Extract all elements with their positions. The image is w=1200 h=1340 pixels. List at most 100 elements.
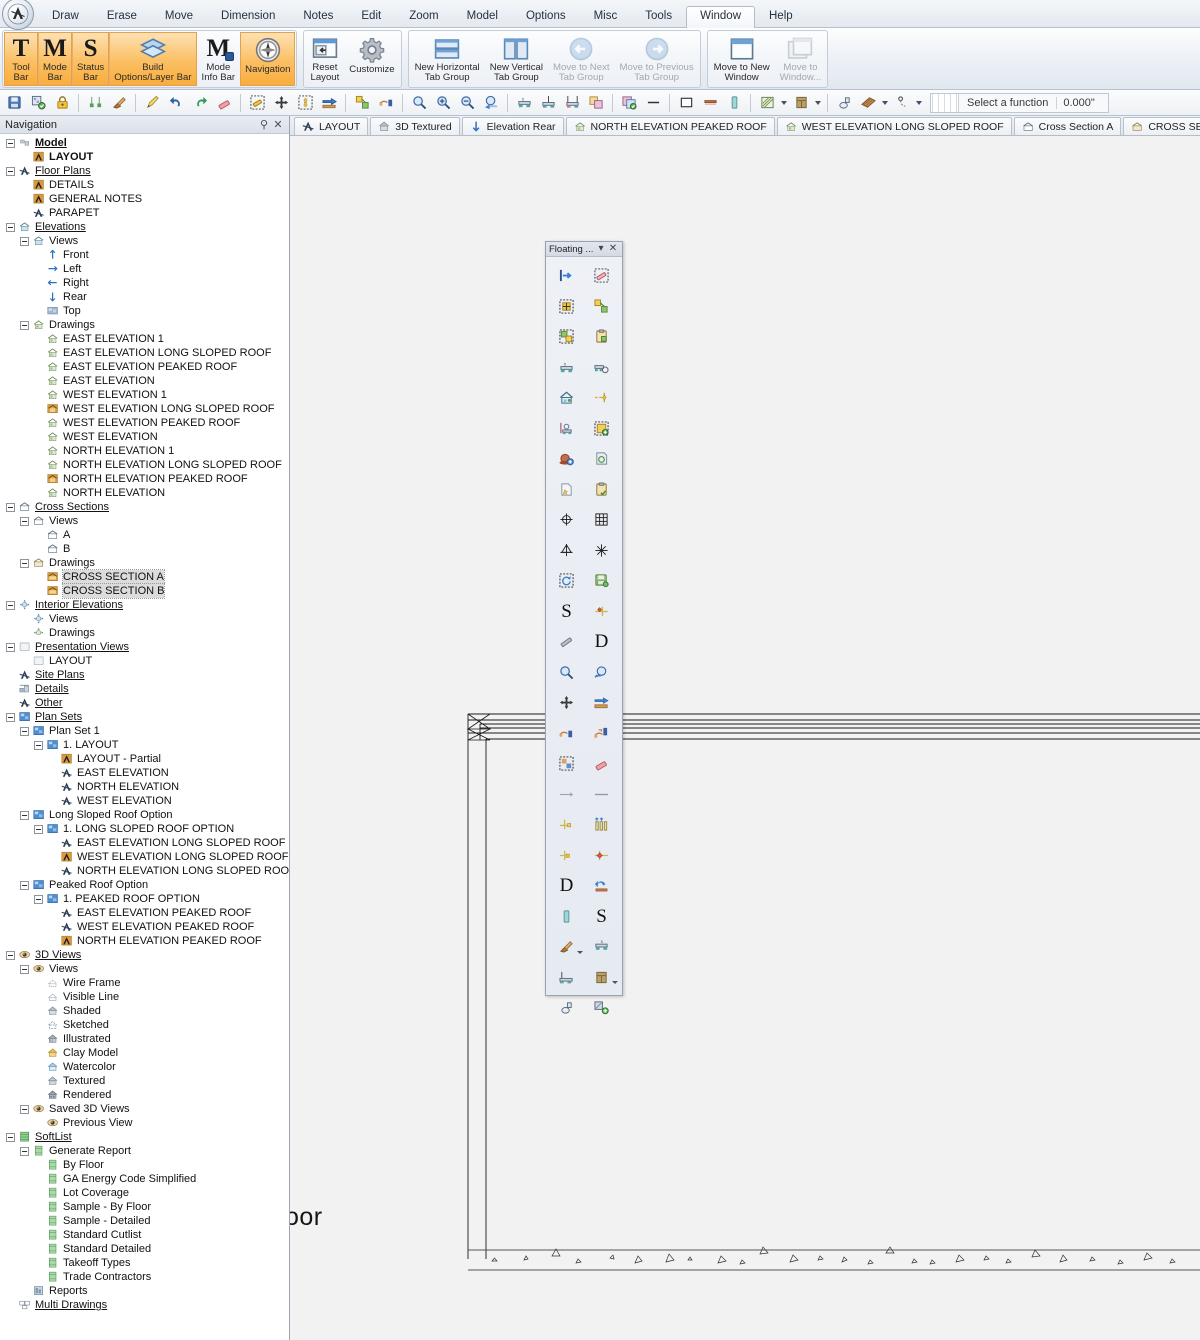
move-icon[interactable] [269,91,293,115]
marquee-rotate-icon[interactable] [549,566,584,596]
menu-item-draw[interactable]: Draw [38,6,93,28]
rectangle-icon[interactable] [674,91,698,115]
tree-item[interactable]: WEST ELEVATION PEAKED ROOF [0,416,289,430]
fill-window-icon[interactable] [479,91,503,115]
tree-item[interactable]: Generate Report [0,1144,289,1158]
document-tab[interactable]: Elevation Rear [461,117,564,135]
zoom-icon[interactable] [549,658,584,688]
drawing-sheet[interactable]: oor [290,136,1200,1340]
save-disk-icon[interactable] [584,566,619,596]
tree-item[interactable]: Saved 3D Views [0,1102,289,1116]
navigation-tree[interactable]: Model LAYOUT Floor Plans DETAILS GENERAL NOT… [0,134,289,1340]
wall-elevation-icon[interactable]: x [512,91,536,115]
zoom-in-icon[interactable] [431,91,455,115]
paste-hold-icon[interactable] [617,91,641,115]
chevron-down-icon[interactable]: ▾ [595,244,607,254]
tree-item[interactable]: Site Plans [0,668,289,682]
tree-item[interactable]: Long Sloped Roof Option [0,808,289,822]
tree-item[interactable]: LAYOUT - Partial [0,752,289,766]
collapse-icon[interactable] [34,824,43,834]
tree-item[interactable]: Floor Plans [0,164,289,178]
transform-replicate-icon[interactable] [317,91,341,115]
tree-item[interactable]: B [0,542,289,556]
collapse-icon[interactable] [6,222,15,232]
tree-item[interactable]: EAST ELEVATION [0,374,289,388]
chevron-down-icon[interactable] [813,91,823,115]
tree-item[interactable]: Standard Cutlist [0,1228,289,1242]
point-to-point-copy-icon[interactable] [584,719,619,749]
cabinet-icon[interactable] [789,91,813,115]
menu-item-dimension[interactable]: Dimension [207,6,289,28]
paste-document-icon[interactable] [584,475,619,505]
document-tab[interactable]: 3D Textured [370,117,460,135]
plain-line-icon[interactable] [584,780,619,810]
collapse-icon[interactable] [20,516,29,526]
tree-item[interactable]: 3D Views [0,948,289,962]
erase-marquee-icon[interactable] [584,261,619,291]
line-icon[interactable] [641,91,665,115]
tree-item[interactable]: Drawings [0,626,289,640]
tree-item[interactable]: Trade Contractors [0,1270,289,1284]
ribbon-button-letter-t[interactable]: T Tool Bar [4,31,38,86]
zoom-previous-icon[interactable] [584,658,619,688]
tree-item[interactable]: EAST ELEVATION PEAKED ROOF [0,360,289,374]
railing-icon[interactable] [698,91,722,115]
ribbon-button-reset-layout[interactable]: Reset Layout [305,32,344,86]
lock-icon[interactable] [50,91,74,115]
marquee-eraser-icon[interactable] [245,91,269,115]
tree-item[interactable]: GA Energy Code Simplified [0,1172,289,1186]
wall-hatch-icon[interactable] [560,91,584,115]
chevron-down-icon[interactable] [779,91,789,115]
tree-item[interactable]: NORTH ELEVATION [0,780,289,794]
tree-item[interactable]: NORTH ELEVATION LONG SLOPED ROOF [0,864,289,878]
tree-item[interactable]: Front [0,248,289,262]
wall-section-icon[interactable] [549,414,584,444]
snap-left-icon[interactable] [549,810,584,840]
menu-item-zoom[interactable]: Zoom [395,6,452,28]
tree-item[interactable]: Plan Sets [0,710,289,724]
tree-item[interactable]: NORTH ELEVATION PEAKED ROOF [0,472,289,486]
collapse-icon[interactable] [6,502,15,512]
tree-item[interactable]: Standard Detailed [0,1242,289,1256]
tree-item[interactable]: EAST ELEVATION PEAKED ROOF [0,906,289,920]
menu-item-help[interactable]: Help [755,6,807,28]
floating-toolbar-title-bar[interactable]: Floating ... ▾ ✕ [546,242,622,257]
wall-elevation-icon[interactable]: x [549,353,584,383]
tree-item[interactable]: LAYOUT [0,654,289,668]
paste-objects-icon[interactable] [549,322,584,352]
collapse-icon[interactable] [20,964,29,974]
move-icon[interactable] [549,688,584,718]
collapse-icon[interactable] [34,894,43,904]
menu-item-move[interactable]: Move [151,6,207,28]
collapse-icon[interactable] [20,726,29,736]
tree-item[interactable]: Wire Frame [0,976,289,990]
snap-point-red-icon[interactable] [584,841,619,871]
ribbon-button-horizontal-split[interactable]: New Horizontal Tab Group [410,32,485,86]
tree-item[interactable]: Textured [0,1074,289,1088]
toolbar-overflow-chevron-icon[interactable] [914,91,924,115]
tree-item[interactable]: Top [0,304,289,318]
tree-item[interactable]: Clay Model [0,1046,289,1060]
chevron-down-icon[interactable] [612,981,618,984]
chief-architect-compass-logo[interactable] [2,0,34,30]
tree-item[interactable]: WEST ELEVATION PEAKED ROOF [0,920,289,934]
letter-d-2-icon[interactable]: D [549,871,584,901]
collapse-icon[interactable] [6,642,15,652]
menu-item-tools[interactable]: Tools [631,6,686,28]
undo-arrow-icon[interactable] [584,871,619,901]
tree-item[interactable]: CROSS SECTION A [0,569,289,585]
document-tab[interactable]: CROSS SECTION A [1123,117,1200,135]
arrow-line-icon[interactable] [549,780,584,810]
tree-item[interactable]: Details [0,682,289,696]
select-all-icon[interactable] [549,292,584,322]
tree-item[interactable]: Drawings [0,318,289,332]
save-as-plan-icon[interactable] [26,91,50,115]
save-icon[interactable] [2,91,26,115]
wall-elevation-x-icon[interactable]: x [584,932,619,962]
document-tab[interactable]: WEST ELEVATION LONG SLOPED ROOF [776,117,1012,135]
collapse-icon[interactable] [20,1146,29,1156]
collapse-icon[interactable] [6,1132,15,1142]
open-plan-icon[interactable] [549,261,584,291]
transform-icon[interactable] [584,688,619,718]
snap-point-icon[interactable] [584,383,619,413]
